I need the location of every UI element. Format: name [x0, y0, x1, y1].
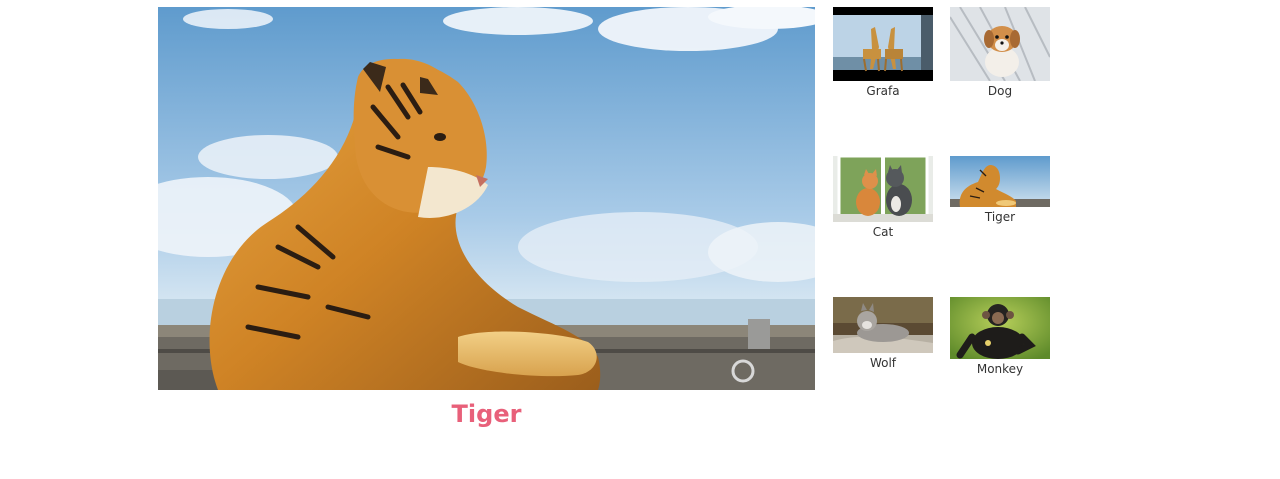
- tiger-illustration: [158, 7, 815, 390]
- thumbnail-label: Tiger: [984, 210, 1016, 224]
- giraffes-image: [833, 7, 933, 81]
- puppy-image: [950, 7, 1050, 81]
- main-image-tiger[interactable]: [158, 7, 815, 390]
- tiger-image: [950, 156, 1050, 207]
- thumbnail-label: Dog: [987, 84, 1013, 98]
- thumbnail-cat[interactable]: Cat: [833, 156, 933, 240]
- cats-image: [833, 156, 933, 222]
- chimpanzee-image: [950, 297, 1050, 359]
- thumbnail-label: Cat: [872, 225, 894, 239]
- thumbnail-grafa[interactable]: Grafa: [833, 7, 933, 99]
- main-image-caption: Tiger: [451, 400, 522, 428]
- thumbnail-label: Monkey: [976, 362, 1024, 376]
- thumbnail-label: Grafa: [866, 84, 900, 98]
- thumbnail-tiger[interactable]: Tiger: [950, 156, 1050, 225]
- thumbnail-dog[interactable]: Dog: [950, 7, 1050, 99]
- thumbnail-monkey[interactable]: Monkey: [950, 297, 1050, 377]
- wolf-image: [833, 297, 933, 353]
- thumbnail-label: Wolf: [869, 356, 897, 370]
- thumbnail-wolf[interactable]: Wolf: [833, 297, 933, 371]
